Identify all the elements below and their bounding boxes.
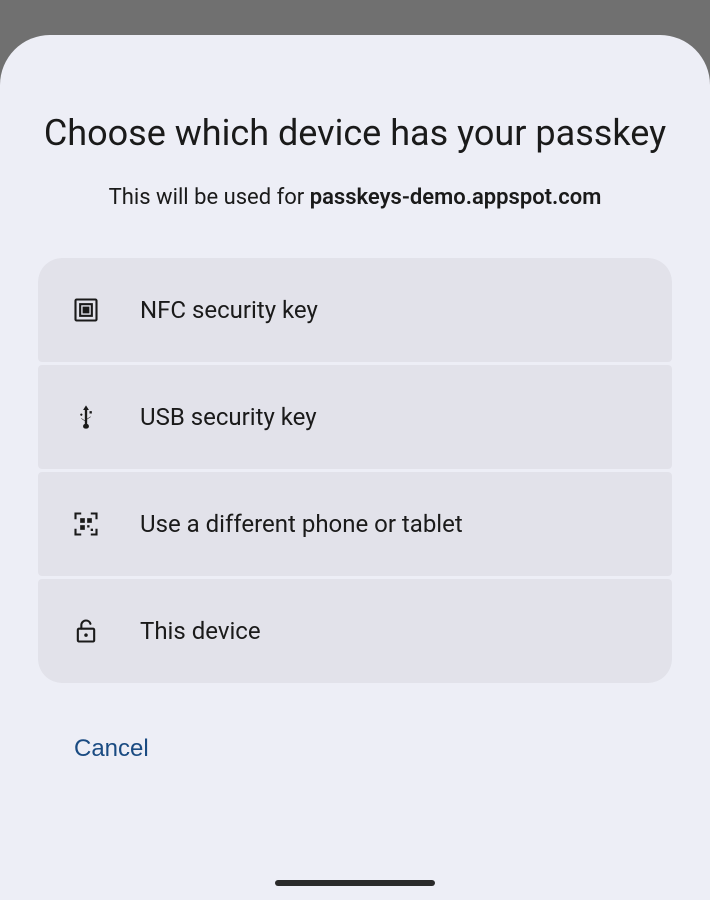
- subtitle-domain: passkeys-demo.appspot.com: [310, 185, 602, 210]
- device-options-list: NFC security key USB security key: [38, 258, 672, 683]
- option-nfc-security-key[interactable]: NFC security key: [38, 258, 672, 362]
- nfc-icon: [72, 296, 100, 324]
- lock-open-icon: [72, 617, 100, 645]
- sheet-title: Choose which device has your passkey: [38, 110, 672, 157]
- cancel-button[interactable]: Cancel: [74, 735, 149, 763]
- passkey-device-chooser-sheet: Choose which device has your passkey Thi…: [0, 35, 710, 900]
- qr-icon: [72, 510, 100, 538]
- subtitle-prefix: This will be used for: [109, 185, 310, 210]
- option-usb-security-key[interactable]: USB security key: [38, 365, 672, 469]
- option-different-phone-tablet[interactable]: Use a different phone or tablet: [38, 472, 672, 576]
- option-label: NFC security key: [140, 296, 318, 324]
- option-label: USB security key: [140, 403, 317, 431]
- option-label: This device: [140, 617, 261, 645]
- home-indicator[interactable]: [275, 880, 435, 886]
- option-label: Use a different phone or tablet: [140, 510, 463, 538]
- usb-icon: [72, 403, 100, 431]
- option-this-device[interactable]: This device: [38, 579, 672, 683]
- sheet-subtitle: This will be used for passkeys-demo.apps…: [38, 185, 672, 210]
